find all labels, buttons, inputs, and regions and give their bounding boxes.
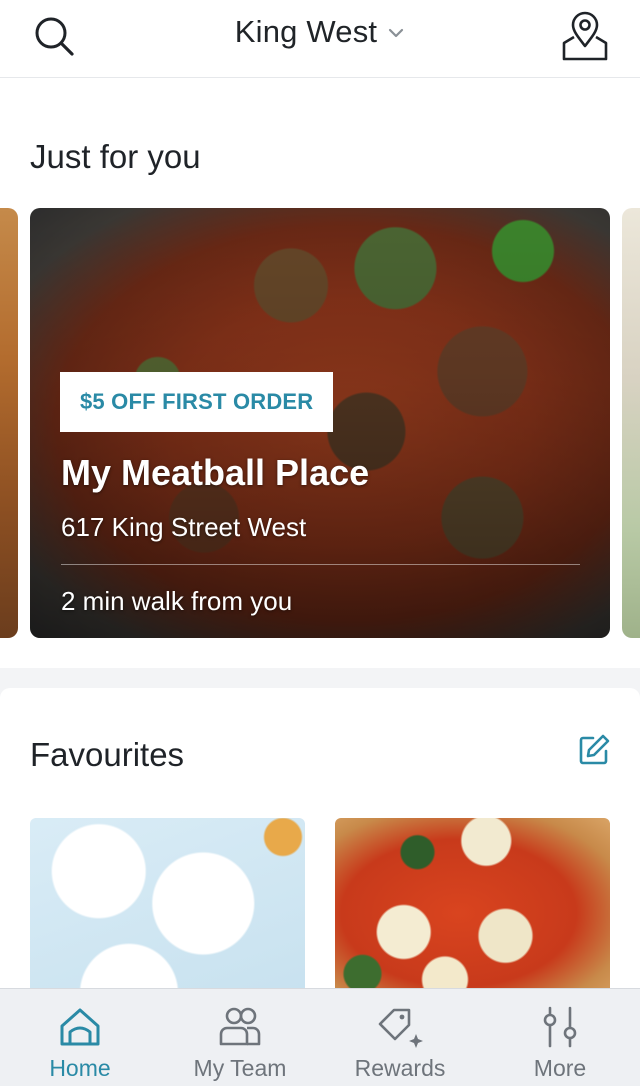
bottom-navigation: Home My Team Rewards More	[0, 988, 640, 1086]
rewards-icon	[378, 1008, 423, 1048]
team-icon	[219, 1007, 261, 1046]
edit-favourites-button[interactable]	[576, 732, 612, 768]
sliders-icon	[543, 1006, 577, 1048]
map-button[interactable]	[558, 8, 612, 64]
promo-badge: $5 OFF FIRST ORDER	[60, 372, 334, 432]
edit-icon	[579, 734, 610, 765]
nav-item-more[interactable]: More	[480, 989, 640, 1086]
section-title-just-for-you: Just for you	[30, 138, 201, 175]
nav-item-home[interactable]: Home	[0, 989, 160, 1086]
location-picker[interactable]: King West	[0, 12, 640, 52]
home-icon	[60, 1008, 100, 1046]
just-for-you-section: Just for you $5 OFF FIRST ORDER My Meatb…	[0, 78, 640, 668]
nav-item-rewards[interactable]: Rewards	[320, 989, 480, 1086]
top-header: King West	[0, 0, 640, 78]
nav-label-more: More	[533, 1055, 587, 1081]
favourite-card-pizza[interactable]	[335, 818, 610, 1008]
next-promo-card[interactable]	[622, 208, 640, 638]
nav-item-my-team[interactable]: My Team	[160, 989, 320, 1086]
promo-card[interactable]: $5 OFF FIRST ORDER My Meatball Place 617…	[30, 208, 610, 638]
walk-distance: 2 min walk from you	[61, 586, 293, 616]
nav-label-home: Home	[49, 1055, 111, 1081]
chevron-down-icon	[389, 28, 404, 38]
app-screen: King West Just for you $5 OFF FIRST ORDE…	[0, 0, 640, 1086]
favourite-card-bowls[interactable]	[30, 818, 305, 1008]
nav-label-my-team: My Team	[193, 1055, 287, 1081]
nav-label-rewards: Rewards	[354, 1055, 446, 1081]
restaurant-address: 617 King Street West	[61, 512, 307, 542]
previous-promo-card[interactable]	[0, 208, 18, 638]
section-title-favourites: Favourites	[30, 736, 185, 773]
location-label: King West	[234, 14, 378, 49]
map-pin-icon	[562, 11, 608, 61]
restaurant-name: My Meatball Place	[61, 452, 370, 493]
card-divider	[61, 564, 580, 565]
